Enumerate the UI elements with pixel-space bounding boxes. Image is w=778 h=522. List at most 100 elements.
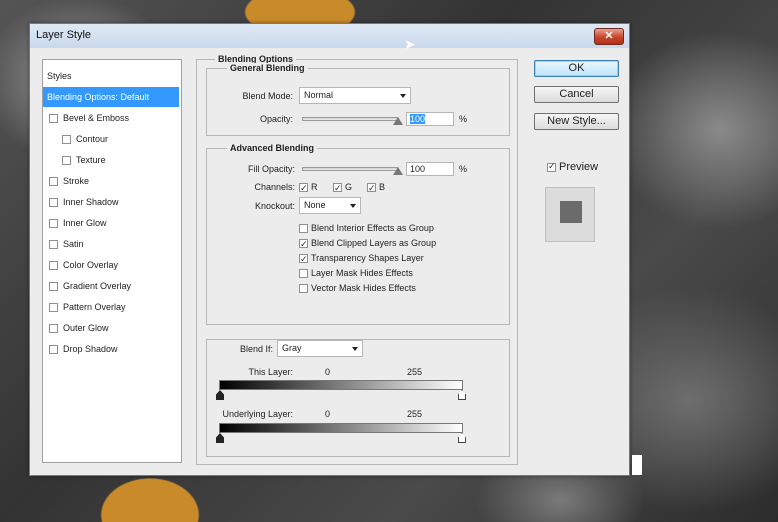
blend-if-select[interactable]: Gray <box>277 340 363 357</box>
fill-opacity-slider-thumb[interactable] <box>393 167 403 175</box>
style-item-inner-glow[interactable]: Inner Glow <box>43 213 179 233</box>
style-item-gradient-overlay[interactable]: Gradient Overlay <box>43 276 179 296</box>
opacity-slider-thumb[interactable] <box>393 117 403 125</box>
underlying-white-slider[interactable] <box>458 433 466 443</box>
this-layer-white-slider[interactable] <box>458 390 466 400</box>
underlying-black-slider[interactable] <box>216 433 224 443</box>
option-blend-clipped-layers-as-group[interactable]: Blend Clipped Layers as Group <box>299 236 436 251</box>
cancel-button[interactable]: Cancel <box>534 86 619 103</box>
style-item-inner-shadow[interactable]: Inner Shadow <box>43 192 179 212</box>
opacity-label: Opacity: <box>259 114 293 124</box>
underlying-layer-label: Underlying Layer: <box>222 409 293 419</box>
checkbox-box[interactable] <box>49 303 58 313</box>
checkbox-box[interactable] <box>49 345 58 355</box>
knockout-select[interactable]: None <box>299 197 361 214</box>
advanced-blending-group: Advanced Blending Fill Opacity: 100 % Ch… <box>206 143 510 325</box>
checkbox-box[interactable] <box>49 240 58 250</box>
option-transparency-shapes-layer[interactable]: Transparency Shapes Layer <box>299 251 424 266</box>
opacity-input[interactable]: 100 <box>406 112 454 126</box>
style-item-label: Pattern Overlay <box>63 302 126 312</box>
new-style-button[interactable]: New Style... <box>534 113 619 130</box>
knockout-value: None <box>304 200 326 210</box>
style-item-bevel-emboss[interactable]: Bevel & Emboss <box>43 108 179 128</box>
style-item-label: Inner Glow <box>63 218 107 228</box>
option-label: Layer Mask Hides Effects <box>311 268 413 278</box>
style-item-label: Outer Glow <box>63 323 109 333</box>
opacity-value: 100 <box>410 114 426 124</box>
checkbox-box[interactable] <box>367 181 376 195</box>
styles-list: Styles Blending Options: Default Bevel & … <box>42 59 182 463</box>
blend-mode-value: Normal <box>304 90 334 100</box>
resize-grip[interactable] <box>632 455 642 475</box>
checkbox-box[interactable] <box>299 269 308 279</box>
fill-opacity-input[interactable]: 100 <box>406 162 454 176</box>
checkbox-box[interactable] <box>299 284 308 294</box>
style-item-stroke[interactable]: Stroke <box>43 171 179 191</box>
this-layer-gradient <box>219 380 463 390</box>
checkbox-box[interactable] <box>333 181 342 195</box>
ok-button[interactable]: OK <box>534 60 619 77</box>
preview-thumbnail <box>545 187 595 242</box>
style-item-label: Gradient Overlay <box>63 281 132 291</box>
style-item-label: Stroke <box>63 176 90 186</box>
opacity-unit: % <box>459 114 468 124</box>
checkbox-box[interactable] <box>49 114 58 124</box>
style-item-texture[interactable]: Texture <box>43 150 179 170</box>
checkbox-box[interactable] <box>62 135 71 145</box>
option-blend-interior-effects-as-group[interactable]: Blend Interior Effects as Group <box>299 221 434 235</box>
checkbox-box[interactable] <box>49 261 58 271</box>
style-item-satin[interactable]: Satin <box>43 234 179 254</box>
advanced-blending-title: Advanced Blending <box>227 143 318 153</box>
dialog-title: Layer Style <box>36 29 92 41</box>
underlying-layer-gradient <box>219 423 463 433</box>
style-item-color-overlay[interactable]: Color Overlay <box>43 255 179 275</box>
blend-if-value: Gray <box>282 343 302 353</box>
style-item-label: Blending Options: Default <box>47 92 150 102</box>
chevron-down-icon <box>350 204 356 208</box>
style-item-pattern-overlay[interactable]: Pattern Overlay <box>43 297 179 317</box>
checkbox-box[interactable] <box>299 224 308 234</box>
checkbox-box[interactable] <box>49 177 58 187</box>
checkbox-box[interactable] <box>299 237 308 251</box>
checkbox-box[interactable] <box>49 198 58 208</box>
this-layer-black-slider[interactable] <box>216 390 224 400</box>
styles-header[interactable]: Styles <box>47 66 183 86</box>
channel-b-label: B <box>379 182 386 192</box>
preview-label: Preview <box>559 161 599 173</box>
style-item-label: Texture <box>76 155 106 165</box>
channel-g-checkbox[interactable]: G <box>333 180 352 195</box>
option-label: Vector Mask Hides Effects <box>311 283 416 293</box>
underlying-layer-max: 255 <box>407 409 423 419</box>
style-item-contour[interactable]: Contour <box>43 129 179 149</box>
preview-swatch <box>560 201 582 223</box>
style-item-label: Color Overlay <box>63 260 119 270</box>
option-label: Transparency Shapes Layer <box>311 253 424 263</box>
channel-r-checkbox[interactable]: R <box>299 180 318 195</box>
checkbox-box[interactable] <box>49 282 58 292</box>
checkbox-box[interactable] <box>547 161 556 172</box>
option-vector-mask-hides-effects[interactable]: Vector Mask Hides Effects <box>299 281 416 295</box>
checkbox-box[interactable] <box>62 156 71 166</box>
blend-mode-label: Blend Mode: <box>242 91 293 101</box>
checkbox-box[interactable] <box>299 252 308 266</box>
this-layer-min: 0 <box>325 367 331 377</box>
general-blending-title: General Blending <box>227 63 308 73</box>
fill-opacity-slider[interactable] <box>302 167 398 171</box>
channels-label: Channels: <box>254 182 295 192</box>
close-button[interactable]: ✕ <box>594 28 624 45</box>
checkbox-box[interactable] <box>49 219 58 229</box>
style-item-drop-shadow[interactable]: Drop Shadow <box>43 339 179 359</box>
blend-mode-select[interactable]: Normal <box>299 87 411 104</box>
channel-b-checkbox[interactable]: B <box>367 180 386 195</box>
option-layer-mask-hides-effects[interactable]: Layer Mask Hides Effects <box>299 266 413 280</box>
style-item-outer-glow[interactable]: Outer Glow <box>43 318 179 338</box>
checkbox-box[interactable] <box>299 181 308 195</box>
style-item-blending-options-default[interactable]: Blending Options: Default <box>43 87 179 107</box>
preview-checkbox[interactable]: Preview <box>547 161 598 173</box>
opacity-slider[interactable] <box>302 117 398 121</box>
checkbox-box[interactable] <box>49 324 58 334</box>
fill-opacity-unit: % <box>459 164 468 174</box>
style-item-label: Drop Shadow <box>63 344 118 354</box>
underlying-layer-min: 0 <box>325 409 331 419</box>
title-bar[interactable]: Layer Style ✕ <box>30 24 629 49</box>
